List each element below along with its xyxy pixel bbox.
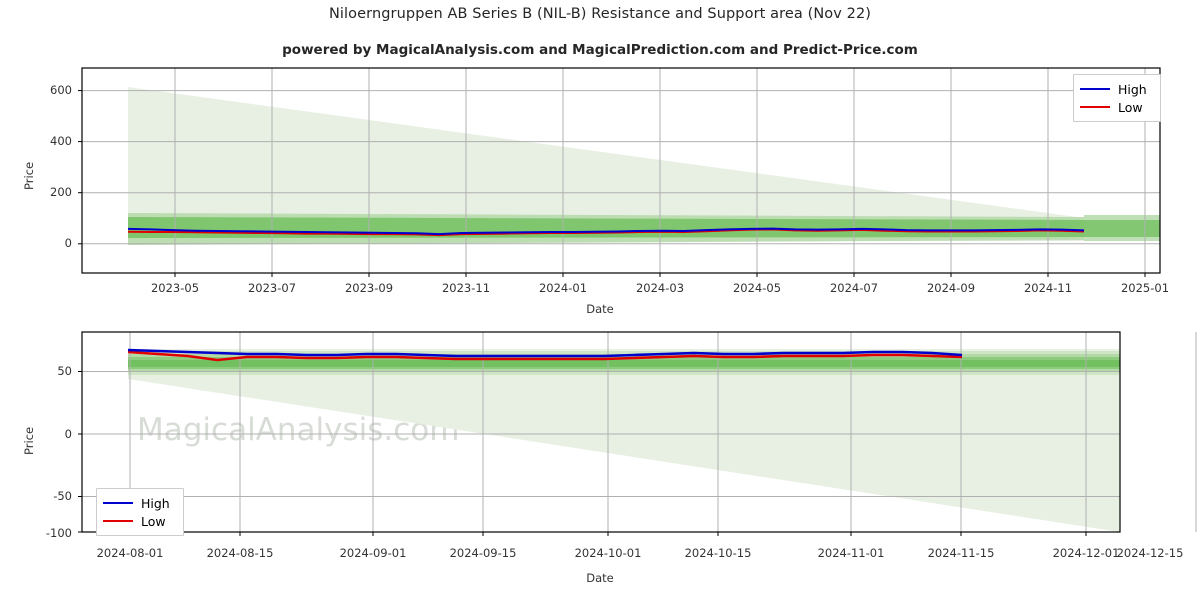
detail-yaxis-label: Price (22, 426, 36, 455)
overview-ytick-600: 600 (50, 83, 72, 97)
detail-xtick-5: 2024-10-15 (684, 546, 752, 560)
detail-ytick-neg50: -50 (53, 489, 72, 503)
legend-item-high[interactable]: High (1080, 80, 1152, 98)
overview-yaxis-label: Price (22, 161, 36, 190)
detail-legend[interactable]: High Low (96, 488, 184, 536)
overview-xtick-3: 2023-11 (441, 281, 491, 295)
overview-xtick-9: 2024-11 (1023, 281, 1073, 295)
overview-xtick-8: 2024-09 (926, 281, 976, 295)
detail-xtick-1: 2024-08-15 (206, 546, 274, 560)
legend-label-high: High (1118, 81, 1147, 97)
legend-item-high-detail[interactable]: High (103, 494, 175, 512)
legend-label-low: Low (1118, 99, 1143, 115)
detail-xtick-7: 2024-11-15 (927, 546, 995, 560)
legend-item-low[interactable]: Low (1080, 98, 1152, 116)
detail-xaxis-label: Date (586, 571, 614, 585)
legend-swatch-low-detail-icon (103, 520, 133, 522)
overview-xtick-0: 2023-05 (150, 281, 200, 295)
overview-xtick-1: 2023-07 (247, 281, 297, 295)
band-inner-extension (1084, 220, 1160, 237)
overview-xtick-2: 2023-09 (344, 281, 394, 295)
overview-ytick-0: 0 (64, 236, 72, 250)
detail-xtick-6: 2024-11-01 (817, 546, 885, 560)
overview-legend[interactable]: High Low (1073, 74, 1161, 122)
detail-xtick-4: 2024-10-01 (574, 546, 642, 560)
legend-swatch-high-icon (1080, 88, 1110, 90)
detail-ytick-50: 50 (57, 364, 72, 378)
overview-xtick-5: 2024-03 (635, 281, 685, 295)
legend-swatch-low-icon (1080, 106, 1110, 108)
overview-xtick-7: 2024-07 (829, 281, 879, 295)
detail-xtick-2: 2024-09-01 (339, 546, 407, 560)
detail-xtick-3: 2024-09-15 (449, 546, 517, 560)
band-inner (128, 217, 1084, 238)
chart-page: Niloerngruppen AB Series B (NIL-B) Resis… (0, 0, 1200, 600)
page-subtitle: powered by MagicalAnalysis.com and Magic… (282, 42, 918, 58)
legend-swatch-high-detail-icon (103, 502, 133, 504)
detail-xtick-0: 2024-08-01 (96, 546, 164, 560)
overview-xtick-10: 2025-01 (1120, 281, 1170, 295)
detail-xtick-9: 2024-12-15 (1116, 546, 1184, 560)
overview-xtick-4: 2024-01 (538, 281, 588, 295)
overview-xaxis-label: Date (586, 302, 614, 316)
legend-label-high-detail: High (141, 495, 170, 511)
overview-xtick-6: 2024-05 (732, 281, 782, 295)
band-core-detail (128, 360, 1120, 367)
overview-ytick-400: 400 (50, 134, 72, 148)
legend-label-low-detail: Low (141, 513, 166, 529)
overview-plot-svg: MagicalAnalysis.com MagicalPrediction.co… (78, 67, 1161, 277)
page-title: Niloerngruppen AB Series B (NIL-B) Resis… (328, 6, 872, 22)
legend-item-low-detail[interactable]: Low (103, 512, 175, 530)
detail-ytick-neg100: -100 (45, 526, 72, 540)
